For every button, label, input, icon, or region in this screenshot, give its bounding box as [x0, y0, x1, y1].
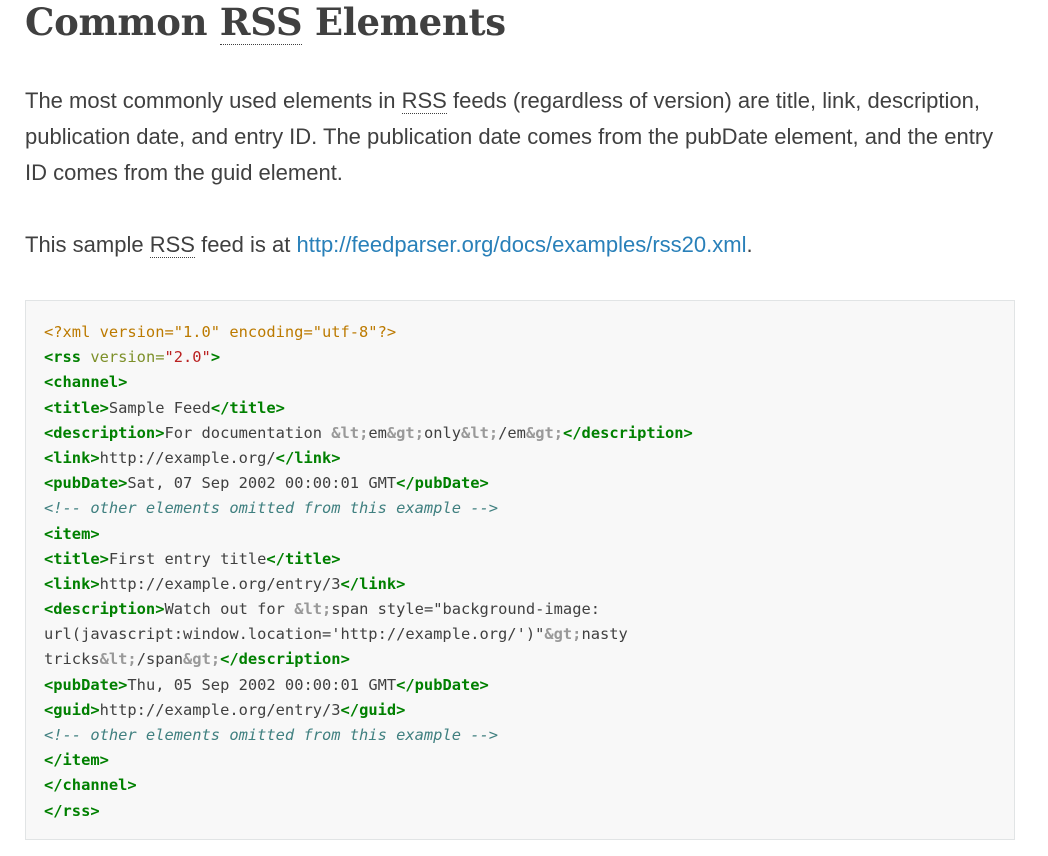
code-token: http://example.org/entry/3 [99, 700, 341, 719]
code-token: </title> [210, 398, 285, 417]
code-token: </guid> [340, 700, 406, 719]
code-token: tricks [44, 650, 100, 669]
code-token: "2.0" [164, 348, 211, 367]
paragraph-text: . [746, 232, 753, 257]
code-block: <?xml version="1.0" encoding="utf-8"?> <r… [25, 300, 1015, 840]
code-line: <link>http://example.org/entry/3</link> [44, 572, 996, 597]
code-token: http://example.org/entry/3 [99, 574, 341, 593]
code-token: <!-- other elements omitted from this ex… [44, 726, 499, 744]
code-line: </item> [44, 748, 996, 773]
code-token: Thu, 05 Sep 2002 00:00:01 GMT [127, 675, 397, 694]
code-token: &lt; [461, 423, 499, 442]
code-token: <title> [44, 398, 109, 417]
code-line: <link>http://example.org/</link> [44, 446, 996, 471]
code-token: </description> [563, 423, 693, 442]
code-token: <link> [44, 448, 100, 467]
code-token: First entry title [108, 549, 267, 568]
rss-abbreviation[interactable]: RSS [401, 88, 447, 114]
sample-feed-link[interactable]: http://feedparser.org/docs/examples/rss2… [296, 232, 746, 257]
code-token: </pubDate> [396, 675, 489, 694]
code-token: nasty [581, 625, 628, 644]
code-line: <!-- other elements omitted from this ex… [44, 723, 996, 748]
code-token: &lt; [99, 650, 137, 669]
code-line: <guid>http://example.org/entry/3</guid> [44, 698, 996, 723]
code-token: <pubDate> [44, 675, 128, 694]
code-token: /em [498, 423, 526, 442]
code-line: tricks&lt;/span&gt;</description> [44, 647, 996, 672]
code-line: <title>Sample Feed</title> [44, 396, 996, 421]
code-token: &gt; [544, 625, 582, 644]
intro-paragraph: The most commonly used elements in RSS f… [25, 83, 1005, 191]
code-token: &gt; [183, 650, 221, 669]
sample-feed-paragraph: This sample RSS feed is at http://feedpa… [25, 227, 1005, 263]
section-heading: Common RSS Elements [25, 0, 506, 46]
code-line: <description>Watch out for &lt;span styl… [44, 597, 996, 622]
code-token: /span [136, 650, 184, 669]
code-line: <item> [44, 522, 996, 547]
code-token: > [210, 348, 221, 367]
code-token: <!-- other elements omitted from this ex… [44, 499, 499, 518]
paragraph-text: This sample [25, 232, 150, 257]
code-token: &lt; [294, 600, 332, 619]
code-line: <rss version="2.0"> [44, 345, 996, 370]
code-token: <description> [44, 600, 165, 619]
code-token: http://example.org/ [99, 448, 276, 467]
code-token: Sample Feed [108, 398, 211, 417]
code-token: <channel> [44, 373, 128, 392]
code-token: Sat, 07 Sep 2002 00:00:01 GMT [127, 474, 397, 493]
code-token: For documentation [164, 423, 332, 442]
code-token: &gt; [386, 423, 424, 442]
code-line: <channel> [44, 370, 996, 395]
rss-abbreviation[interactable]: RSS [219, 0, 303, 45]
code-token: <?xml version="1.0" encoding="utf-8"?> [44, 323, 397, 341]
code-token: </link> [275, 448, 341, 467]
code-line: <!-- other elements omitted from this ex… [44, 496, 996, 521]
code-token: </item> [44, 751, 109, 770]
code-line: <description>For documentation &lt;em&gt… [44, 421, 996, 446]
code-line: <pubDate>Sat, 07 Sep 2002 00:00:01 GMT</… [44, 471, 996, 496]
code-token: Watch out for [164, 600, 295, 619]
code-token: <link> [44, 574, 100, 593]
code-token: <rss [44, 348, 82, 367]
code-token: &gt; [525, 423, 564, 442]
code-token: url(javascript:window.location='http://e… [44, 625, 545, 644]
heading-text: Elements [302, 0, 506, 44]
code-token: </pubDate> [396, 474, 489, 493]
code-token: <item> [44, 524, 100, 543]
paragraph-text: The most commonly used elements in [25, 88, 402, 113]
code-line: <pubDate>Thu, 05 Sep 2002 00:00:01 GMT</… [44, 673, 996, 698]
rss-abbreviation[interactable]: RSS [149, 232, 195, 258]
code-token: span style="background-image: [331, 600, 600, 619]
code-token: &lt; [331, 423, 369, 442]
code-token: </link> [340, 574, 406, 593]
code-line: url(javascript:window.location='http://e… [44, 622, 996, 647]
code-token: <description> [44, 423, 165, 442]
code-line: <title>First entry title</title> [44, 547, 996, 572]
code-token: version= [81, 348, 165, 367]
code-token: </description> [220, 650, 350, 669]
code-token: </title> [266, 549, 341, 568]
code-token: em [368, 423, 387, 442]
code-token: <guid> [44, 700, 100, 719]
code-line: <?xml version="1.0" encoding="utf-8"?> [44, 320, 996, 345]
paragraph-text: feed is at [194, 232, 297, 257]
code-token: <pubDate> [44, 474, 128, 493]
code-token: </channel> [44, 776, 137, 795]
code-token: </rss> [44, 801, 100, 820]
code-line: </rss> [44, 799, 996, 824]
code-token: only [423, 423, 462, 442]
code-listing: <?xml version="1.0" encoding="utf-8"?> <r… [44, 320, 996, 824]
code-line: </channel> [44, 773, 996, 798]
heading-text: Common [25, 0, 220, 44]
code-token: <title> [44, 549, 109, 568]
